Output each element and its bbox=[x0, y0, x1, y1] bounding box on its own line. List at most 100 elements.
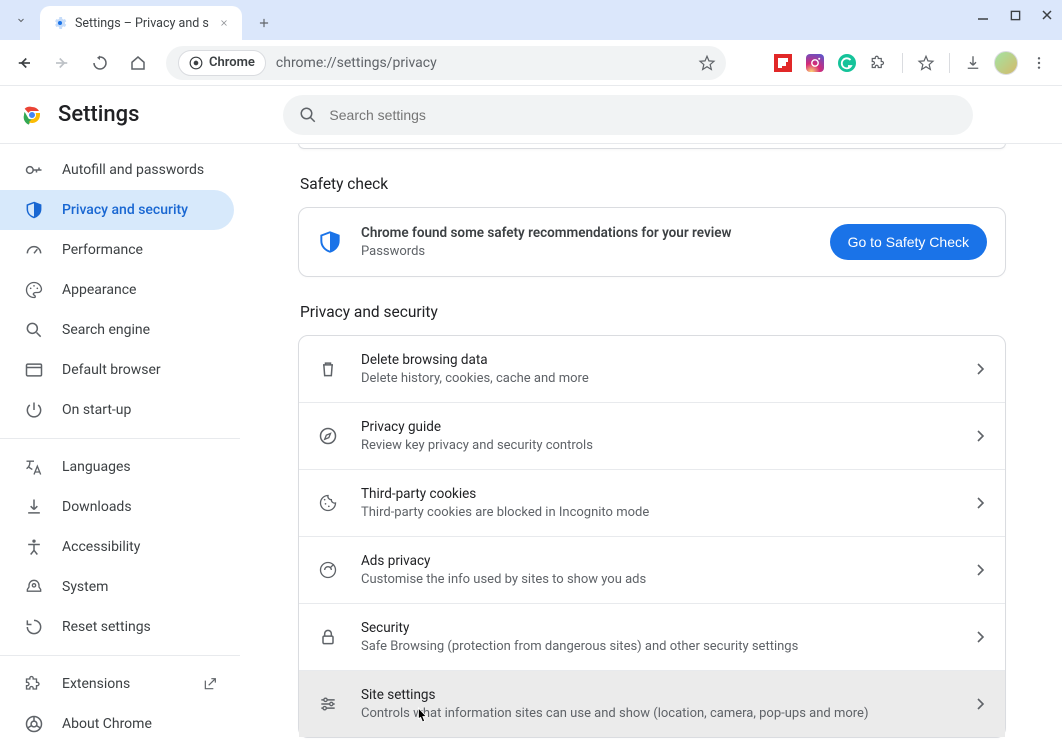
close-icon bbox=[1041, 9, 1053, 21]
extensions-button[interactable] bbox=[868, 52, 890, 74]
extension-grammarly[interactable] bbox=[836, 52, 858, 74]
profile-avatar[interactable] bbox=[994, 51, 1018, 75]
star-icon bbox=[917, 54, 935, 72]
go-to-safety-check-button[interactable]: Go to Safety Check bbox=[830, 224, 987, 260]
row-title: Security bbox=[361, 620, 955, 636]
sidebar-item-label: Performance bbox=[62, 242, 143, 258]
tune-icon bbox=[317, 693, 339, 715]
sidebar-item-label: Default browser bbox=[62, 362, 161, 378]
sidebar-item-label: About Chrome bbox=[62, 716, 152, 732]
sidebar-item-startup[interactable]: On start-up bbox=[0, 390, 234, 430]
chrome-icon bbox=[24, 714, 44, 734]
chrome-chip: Chrome bbox=[178, 50, 266, 76]
sidebar-item-label: System bbox=[62, 579, 108, 595]
forward-button[interactable] bbox=[46, 47, 78, 79]
row-third-party-cookies[interactable]: Third-party cookies Third-party cookies … bbox=[299, 469, 1005, 536]
sidebar-item-label: Accessibility bbox=[62, 539, 140, 555]
sidebar-item-label: On start-up bbox=[62, 402, 131, 418]
minimize-button[interactable] bbox=[974, 6, 992, 24]
back-button[interactable] bbox=[8, 47, 40, 79]
safety-card-title: Chrome found some safety recommendations… bbox=[361, 225, 812, 241]
sidebar-item-label: Reset settings bbox=[62, 619, 151, 635]
compass-icon bbox=[317, 425, 339, 447]
downloads-button[interactable] bbox=[962, 52, 984, 74]
settings-content[interactable]: Safety check Chrome found some safety re… bbox=[248, 144, 1062, 741]
system-icon bbox=[24, 577, 44, 597]
arrow-left-icon bbox=[15, 54, 33, 72]
tab-close-button[interactable] bbox=[216, 15, 232, 31]
sidebar-item-performance[interactable]: Performance bbox=[0, 230, 234, 270]
puzzle-icon bbox=[870, 54, 888, 72]
sidebar-item-autofill[interactable]: Autofill and passwords bbox=[0, 150, 234, 190]
section-title-privacy: Privacy and security bbox=[300, 303, 1006, 321]
search-icon bbox=[299, 106, 317, 124]
chevron-right-icon bbox=[977, 363, 985, 375]
chrome-menu-button[interactable] bbox=[1028, 52, 1050, 74]
shield-icon bbox=[24, 200, 44, 220]
translate-icon bbox=[24, 457, 44, 477]
row-subtitle: Third-party cookies are blocked in Incog… bbox=[361, 505, 955, 520]
sidebar-item-about[interactable]: About Chrome bbox=[0, 704, 234, 741]
row-title: Third-party cookies bbox=[361, 486, 955, 502]
flipboard-icon bbox=[774, 54, 792, 72]
sidebar-item-languages[interactable]: Languages bbox=[0, 447, 234, 487]
download-icon bbox=[24, 497, 44, 517]
bookmark-button[interactable] bbox=[698, 54, 716, 72]
row-title: Privacy guide bbox=[361, 419, 955, 435]
sidebar-item-label: Languages bbox=[62, 459, 131, 475]
sidebar-item-appearance[interactable]: Appearance bbox=[0, 270, 234, 310]
sidebar-item-default-browser[interactable]: Default browser bbox=[0, 350, 234, 390]
settings-sidebar[interactable]: Autofill and passwords Privacy and secur… bbox=[0, 144, 248, 741]
row-site-settings[interactable]: Site settings Controls what information … bbox=[299, 670, 1005, 737]
row-subtitle: Controls what information sites can use … bbox=[361, 706, 955, 721]
chevron-right-icon bbox=[977, 564, 985, 576]
sidebar-item-reset[interactable]: Reset settings bbox=[0, 607, 234, 647]
grammarly-icon bbox=[838, 54, 856, 72]
chevron-right-icon bbox=[977, 631, 985, 643]
bookmarks-button[interactable] bbox=[915, 52, 937, 74]
sidebar-item-label: Privacy and security bbox=[62, 202, 188, 218]
gauge-icon bbox=[24, 240, 44, 260]
reset-icon bbox=[24, 617, 44, 637]
kebab-icon bbox=[1031, 55, 1047, 71]
new-tab-button[interactable] bbox=[250, 9, 278, 37]
safety-card-subtitle: Passwords bbox=[361, 244, 812, 259]
sidebar-item-search-engine[interactable]: Search engine bbox=[0, 310, 234, 350]
reload-button[interactable] bbox=[84, 47, 116, 79]
chevron-right-icon bbox=[977, 497, 985, 509]
chrome-logo-icon bbox=[20, 103, 44, 127]
chevron-down-icon bbox=[15, 14, 27, 26]
tabs-dropdown[interactable] bbox=[8, 7, 34, 33]
row-delete-browsing-data[interactable]: Delete browsing data Delete history, coo… bbox=[299, 336, 1005, 402]
browser-tab[interactable]: Settings – Privacy and s bbox=[40, 6, 242, 40]
browser-icon bbox=[24, 360, 44, 380]
puzzle-icon bbox=[24, 674, 44, 694]
divider bbox=[0, 438, 240, 439]
address-bar[interactable]: Chrome chrome://settings/privacy bbox=[166, 46, 726, 80]
window-controls bbox=[974, 6, 1056, 24]
extension-instagram[interactable] bbox=[804, 52, 826, 74]
sidebar-item-system[interactable]: System bbox=[0, 567, 234, 607]
url-text: chrome://settings/privacy bbox=[276, 55, 688, 71]
row-privacy-guide[interactable]: Privacy guide Review key privacy and sec… bbox=[299, 402, 1005, 469]
sidebar-item-extensions[interactable]: Extensions bbox=[0, 664, 234, 704]
sidebar-item-accessibility[interactable]: Accessibility bbox=[0, 527, 234, 567]
row-security[interactable]: Security Safe Browsing (protection from … bbox=[299, 603, 1005, 670]
close-window-button[interactable] bbox=[1038, 6, 1056, 24]
separator bbox=[902, 53, 903, 73]
maximize-button[interactable] bbox=[1006, 6, 1024, 24]
settings-search[interactable] bbox=[283, 95, 973, 135]
browser-titlebar: Settings – Privacy and s bbox=[0, 0, 1062, 40]
sidebar-item-label: Extensions bbox=[62, 676, 130, 692]
sidebar-item-privacy[interactable]: Privacy and security bbox=[0, 190, 234, 230]
row-subtitle: Safe Browsing (protection from dangerous… bbox=[361, 639, 955, 654]
row-ads-privacy[interactable]: Ads privacy Customise the info used by s… bbox=[299, 536, 1005, 603]
extension-flipboard[interactable] bbox=[772, 52, 794, 74]
chrome-icon bbox=[189, 56, 203, 70]
sidebar-item-label: Autofill and passwords bbox=[62, 162, 204, 178]
close-icon bbox=[219, 18, 229, 28]
toolbar-right bbox=[772, 51, 1054, 75]
home-button[interactable] bbox=[122, 47, 154, 79]
sidebar-item-downloads[interactable]: Downloads bbox=[0, 487, 234, 527]
settings-search-input[interactable] bbox=[329, 107, 957, 123]
